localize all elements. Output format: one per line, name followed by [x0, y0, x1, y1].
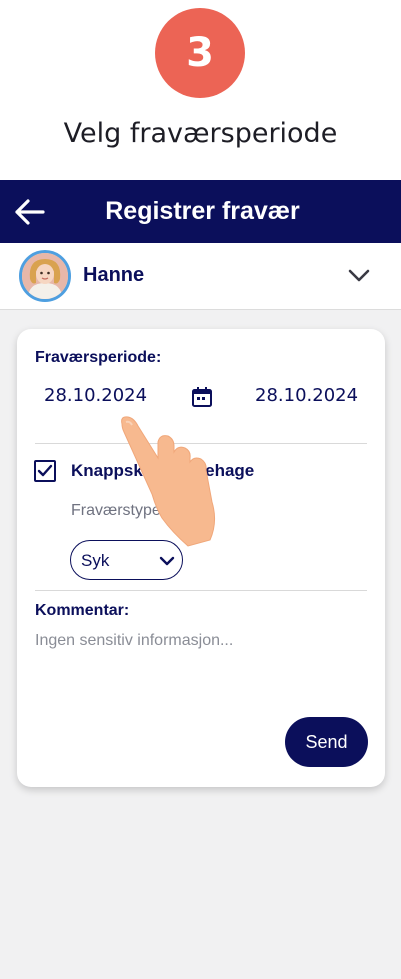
calendar-icon[interactable]: [191, 386, 213, 408]
kindergarten-checkbox[interactable]: [34, 460, 56, 482]
app-header: Registrer fravær: [0, 180, 401, 243]
child-photo: [22, 253, 68, 299]
avatar: [19, 250, 71, 302]
period-label: Fraværsperiode:: [35, 349, 162, 366]
divider: [35, 443, 367, 444]
send-button[interactable]: Send: [285, 717, 368, 767]
absence-type-label: Fraværstype: [71, 502, 161, 519]
checkmark-icon: [37, 464, 53, 477]
child-selector[interactable]: Hanne: [0, 243, 401, 310]
tutorial-step-header: 3 Velg fraværsperiode: [0, 0, 401, 180]
page-title: Registrer fravær: [105, 197, 300, 225]
divider: [35, 590, 367, 591]
step-number-badge: 3: [155, 8, 245, 98]
step-title: Velg fraværsperiode: [63, 118, 338, 149]
date-to-field[interactable]: 28.10.2024: [255, 385, 358, 406]
kindergarten-name: Knappskog barnehage: [71, 461, 255, 480]
comment-label: Kommentar:: [35, 602, 130, 619]
chevron-down-icon[interactable]: [346, 265, 372, 285]
comment-input[interactable]: Ingen sensitiv informasjon...: [35, 632, 365, 650]
date-from-field[interactable]: 28.10.2024: [44, 385, 147, 406]
child-name: Hanne: [83, 264, 145, 286]
chevron-down-icon: [159, 556, 175, 566]
absence-type-value: Syk: [81, 551, 110, 570]
absence-type-select[interactable]: Syk: [70, 540, 183, 580]
absence-form-card: Fraværsperiode: 28.10.2024 28.10.2024 Kn…: [17, 329, 385, 787]
